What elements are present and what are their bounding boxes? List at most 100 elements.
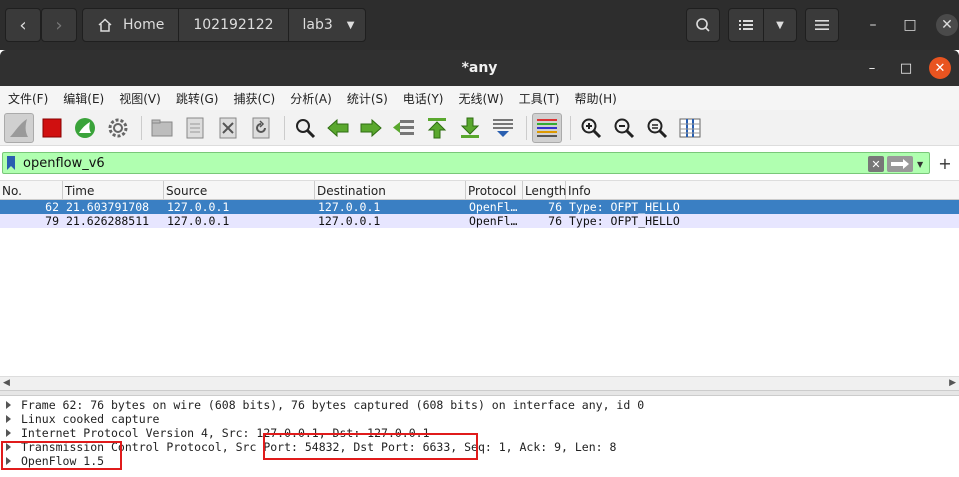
menu-button[interactable] <box>805 8 839 42</box>
menu-telephony[interactable]: 电话(Y) <box>403 90 444 107</box>
minimize-icon: – <box>869 17 877 33</box>
apply-filter-button[interactable] <box>887 156 913 172</box>
clear-filter-button[interactable]: ✕ <box>868 156 884 172</box>
cell-length: 76 <box>548 200 562 214</box>
ws-minimize-button[interactable]: – <box>861 57 883 79</box>
add-filter-button[interactable]: + <box>935 150 955 176</box>
detail-frame[interactable]: Frame 62: 76 bytes on wire (608 bits), 7… <box>0 398 959 412</box>
column-destination[interactable]: Destination <box>315 181 466 200</box>
column-info[interactable]: Info <box>566 181 959 200</box>
chevron-left-icon: ‹ <box>19 14 27 36</box>
resize-columns-button[interactable] <box>675 113 705 143</box>
clear-icon: ✕ <box>871 157 881 171</box>
packet-row[interactable]: 79 21.626288511 127.0.0.1 127.0.0.1 Open… <box>0 214 959 228</box>
arrow-bottom-icon <box>460 117 480 138</box>
detail-openflow[interactable]: OpenFlow 1.5 <box>0 454 959 468</box>
packet-row[interactable]: 62 21.603791708 127.0.0.1 127.0.0.1 Open… <box>0 200 959 214</box>
expand-arrow-icon[interactable] <box>6 415 11 423</box>
search-button[interactable] <box>686 8 720 42</box>
forward-button[interactable]: › <box>41 8 77 42</box>
expand-arrow-icon[interactable] <box>6 429 11 437</box>
close-button[interactable]: ✕ <box>936 14 958 36</box>
autoscroll-button[interactable] <box>488 113 518 143</box>
expand-arrow-icon[interactable] <box>6 401 11 409</box>
zoom-out-button[interactable] <box>609 113 639 143</box>
cell-length: 76 <box>548 214 562 228</box>
stop-icon <box>42 118 62 137</box>
breadcrumb-home[interactable]: Home <box>83 9 180 41</box>
breadcrumb-folder[interactable]: 102192122 <box>179 9 289 41</box>
back-button[interactable]: ‹ <box>5 8 41 42</box>
zoom-out-icon <box>614 118 635 138</box>
start-capture-button[interactable] <box>4 112 34 143</box>
menu-statistics[interactable]: 统计(S) <box>347 90 388 107</box>
column-length[interactable]: Length <box>523 181 566 200</box>
zoom-in-icon <box>581 118 602 138</box>
packet-details: Frame 62: 76 bytes on wire (608 bits), 7… <box>0 396 959 477</box>
breadcrumb-current[interactable]: lab3 ▼ <box>289 9 369 41</box>
display-filter-input[interactable]: openflow_v6 ✕ ▼ <box>2 152 930 174</box>
detail-tcp[interactable]: Transmission Control Protocol, Src Port:… <box>0 440 959 454</box>
go-to-packet-button[interactable] <box>389 113 419 143</box>
menu-capture[interactable]: 捕获(C) <box>233 90 275 107</box>
view-options-button[interactable]: ▼ <box>763 8 797 42</box>
resize-columns-icon <box>679 118 701 137</box>
ws-close-button[interactable]: ✕ <box>929 57 951 79</box>
last-packet-button[interactable] <box>455 113 485 143</box>
zoom-in-button[interactable] <box>576 113 606 143</box>
file-manager-header: ‹ › Home 102192122 lab3 ▼ ▼ – □ ✕ <box>0 0 959 50</box>
toolbar-separator <box>526 115 527 140</box>
toolbar-separator <box>141 115 142 140</box>
filter-bookmark-button[interactable] <box>3 153 19 173</box>
cell-protocol: OpenFl… <box>469 214 518 228</box>
menu-view[interactable]: 视图(V) <box>119 90 161 107</box>
zoom-normal-button[interactable] <box>642 113 672 143</box>
close-file-button[interactable] <box>213 113 243 143</box>
column-source[interactable]: Source <box>164 181 315 200</box>
arrow-top-icon <box>427 117 447 138</box>
menu-analyze[interactable]: 分析(A) <box>290 90 332 107</box>
column-time[interactable]: Time <box>63 181 164 200</box>
column-protocol[interactable]: Protocol <box>466 181 523 200</box>
go-forward-button[interactable] <box>356 113 386 143</box>
menu-edit[interactable]: 编辑(E) <box>63 90 104 107</box>
menu-tools[interactable]: 工具(T) <box>519 90 560 107</box>
scroll-left-icon[interactable]: ◀ <box>3 378 10 388</box>
menu-go[interactable]: 跳转(G) <box>176 90 219 107</box>
find-packet-button[interactable] <box>290 113 320 143</box>
save-file-button[interactable] <box>180 113 210 143</box>
reload-file-button[interactable] <box>246 113 276 143</box>
menu-wireless[interactable]: 无线(W) <box>459 90 504 107</box>
restart-capture-button[interactable] <box>70 113 100 143</box>
stop-capture-button[interactable] <box>37 113 67 143</box>
annotation-box-ports <box>263 433 478 460</box>
scroll-right-icon[interactable]: ▶ <box>949 378 956 388</box>
breadcrumb-label: lab3 <box>302 17 333 33</box>
close-icon: ✕ <box>941 17 953 33</box>
main-toolbar <box>0 110 959 146</box>
open-file-button[interactable] <box>147 113 177 143</box>
column-no[interactable]: No. <box>0 181 63 200</box>
ws-maximize-button[interactable]: □ <box>895 57 917 79</box>
menu-file[interactable]: 文件(F) <box>8 90 48 107</box>
breadcrumb-label: 102192122 <box>193 17 274 33</box>
menu-help[interactable]: 帮助(H) <box>574 90 616 107</box>
file-icon <box>186 117 204 138</box>
cell-time: 21.626288511 <box>66 214 150 228</box>
cell-protocol: OpenFl… <box>469 200 518 214</box>
minimize-button[interactable]: – <box>862 14 884 36</box>
minimize-icon: – <box>868 60 876 76</box>
colorize-button[interactable] <box>532 112 562 143</box>
filter-history-dropdown[interactable]: ▼ <box>917 160 927 169</box>
hamburger-icon <box>815 20 829 30</box>
home-icon <box>98 18 112 32</box>
detail-ipv4[interactable]: Internet Protocol Version 4, Src: 127.0.… <box>0 426 959 440</box>
breadcrumb-label: Home <box>123 17 165 33</box>
maximize-button[interactable]: □ <box>899 14 921 36</box>
packet-list-hscrollbar[interactable]: ◀ ▶ <box>0 376 959 390</box>
go-back-button[interactable] <box>323 113 353 143</box>
detail-linux-cooked[interactable]: Linux cooked capture <box>0 412 959 426</box>
capture-options-button[interactable] <box>103 113 133 143</box>
first-packet-button[interactable] <box>422 113 452 143</box>
view-list-button[interactable] <box>728 8 764 42</box>
